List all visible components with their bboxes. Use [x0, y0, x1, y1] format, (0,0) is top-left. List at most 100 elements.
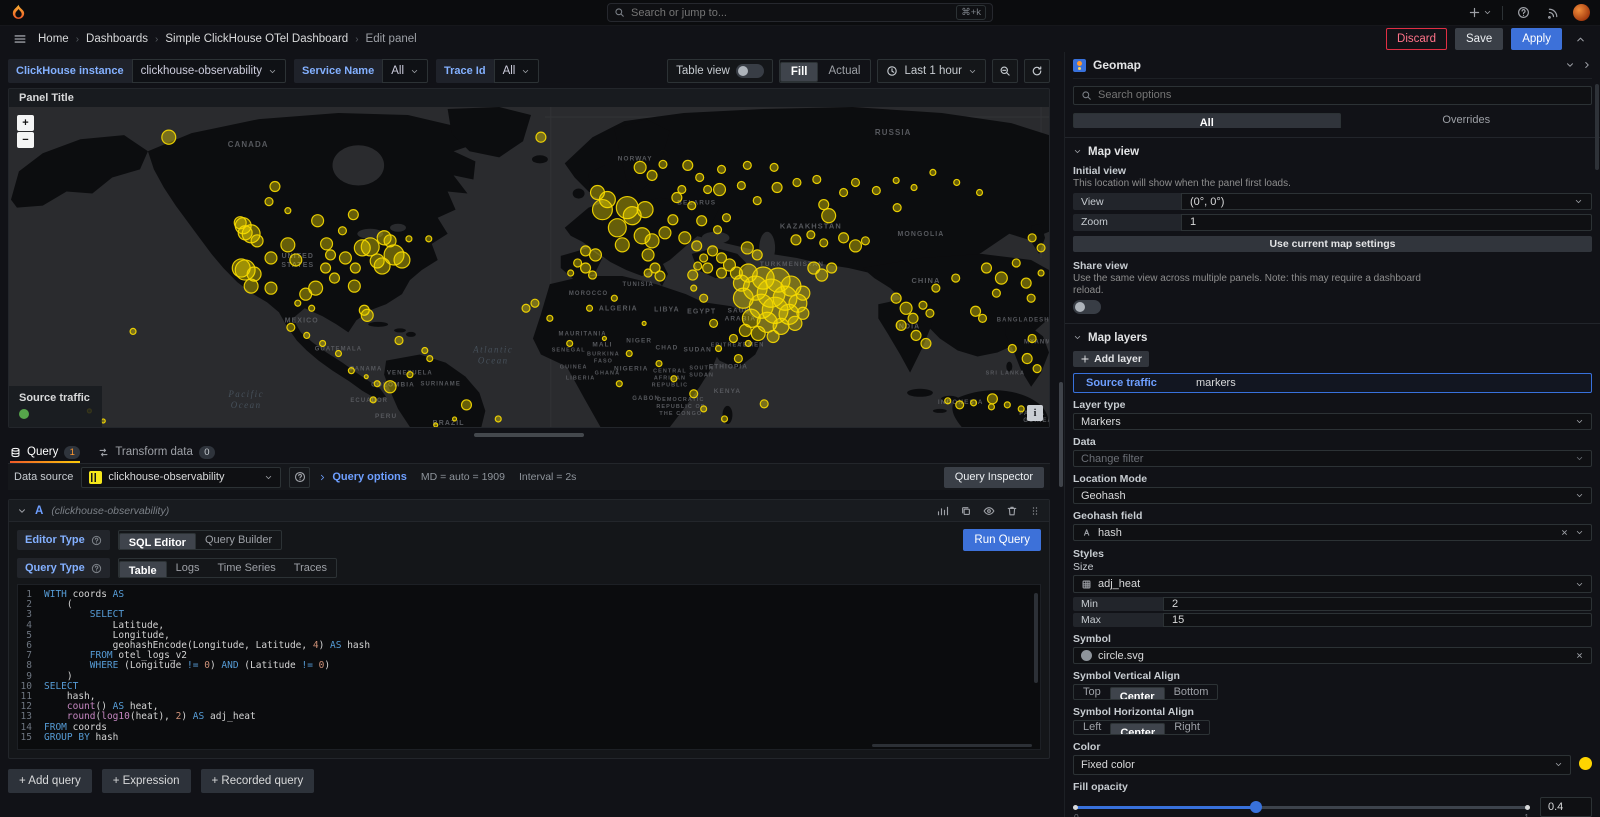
share-view-toggle[interactable]	[1073, 300, 1101, 314]
zoom-out-time-button[interactable]	[992, 59, 1018, 83]
actual-option[interactable]: Actual	[818, 60, 870, 82]
collapse-header-button[interactable]	[1570, 29, 1590, 49]
disable-query-icon[interactable]	[983, 505, 995, 517]
section-map-view[interactable]: Map view	[1073, 145, 1592, 158]
size-field-select[interactable]: adj_heat	[1073, 575, 1592, 592]
drag-handle-icon[interactable]	[1029, 505, 1041, 517]
align-center-option[interactable]: Center	[1110, 687, 1165, 699]
map-zoom-out-button[interactable]: −	[17, 132, 34, 148]
symbol-select[interactable]: circle.svg	[1073, 647, 1592, 664]
query-ref-id[interactable]: A	[35, 505, 43, 517]
panel-type-chevron-icon[interactable]	[1565, 60, 1575, 70]
geohash-field-select[interactable]: hash	[1073, 524, 1592, 541]
map-zoom-in-button[interactable]: +	[17, 115, 34, 131]
search-icon	[614, 7, 625, 18]
align-center-option[interactable]: Center	[1110, 723, 1165, 735]
sql-vertical-scrollbar[interactable]	[1034, 593, 1038, 683]
run-query-button[interactable]: Run Query	[963, 529, 1041, 551]
map-attribution-button[interactable]: i	[1027, 405, 1043, 421]
sql-editor-option[interactable]: SQL Editor	[119, 533, 196, 550]
save-button[interactable]: Save	[1455, 28, 1503, 50]
variable-value-dropdown[interactable]: All	[494, 59, 540, 83]
add-layer-button[interactable]: Add layer	[1073, 351, 1149, 368]
fill-option[interactable]: Fill	[780, 62, 819, 82]
options-search-input[interactable]	[1098, 89, 1584, 101]
variable-value-dropdown[interactable]: clickhouse-observability	[132, 59, 286, 83]
toggle-off[interactable]	[736, 64, 764, 78]
breadcrumb-dashboards[interactable]: Dashboards	[86, 33, 148, 45]
fill-opacity-value[interactable]	[1540, 797, 1592, 817]
tab-all[interactable]: All	[1073, 113, 1341, 129]
query-builder-option[interactable]: Query Builder	[196, 531, 281, 549]
align-right-option[interactable]: Right	[1165, 721, 1209, 734]
query-inspector-button[interactable]: Query Inspector	[944, 467, 1044, 488]
fill-opacity-label: Fill opacity	[1073, 781, 1592, 793]
align-top-option[interactable]: Top	[1074, 685, 1110, 698]
expression-button[interactable]: + Expression	[102, 769, 191, 793]
color-swatch[interactable]	[1579, 757, 1592, 770]
section-map-layers[interactable]: Map layers	[1073, 331, 1592, 344]
query-options-toggle[interactable]: Query options	[318, 471, 407, 483]
collapse-pane-icon[interactable]	[1582, 60, 1592, 70]
breadcrumb-dashboard-name[interactable]: Simple ClickHouse OTel Dashboard	[165, 33, 348, 45]
chevron-down-icon	[1575, 491, 1584, 500]
panel-resize-handle[interactable]	[474, 433, 584, 437]
splitter-scroll-thumb[interactable]	[1059, 382, 1063, 487]
discard-button[interactable]: Discard	[1386, 28, 1447, 50]
table-view-toggle[interactable]: Table view	[667, 59, 773, 83]
traces-option[interactable]: Traces	[285, 559, 336, 577]
tab-overrides[interactable]: Overrides	[1341, 111, 1593, 129]
pane-splitter[interactable]	[1058, 52, 1064, 817]
use-current-map-settings-button[interactable]: Use current map settings	[1073, 236, 1592, 253]
collapse-query-icon[interactable]	[17, 506, 27, 516]
tab-transform-data[interactable]: Transform data 0	[98, 441, 215, 463]
user-avatar[interactable]	[1573, 4, 1590, 21]
slider-handle[interactable]	[1250, 801, 1262, 813]
time-series-option[interactable]: Time Series	[209, 559, 285, 577]
new-menu-button[interactable]	[1468, 6, 1492, 19]
remove-query-icon[interactable]	[1006, 505, 1018, 517]
global-search[interactable]: ⌘+k	[607, 3, 993, 22]
add-query-button[interactable]: + Add query	[8, 769, 92, 793]
color-select[interactable]: Fixed color	[1073, 755, 1571, 775]
max-input[interactable]	[1172, 614, 1583, 626]
layer-type-select[interactable]: Markers	[1073, 413, 1592, 430]
view-select[interactable]: (0°, 0°)	[1181, 193, 1592, 210]
logs-option[interactable]: Logs	[167, 559, 209, 577]
location-mode-select[interactable]: Geohash	[1073, 487, 1592, 504]
clock-icon	[886, 65, 898, 77]
recorded-query-button[interactable]: + Recorded query	[201, 769, 315, 793]
fill-opacity-slider[interactable]: 0 1	[1073, 798, 1530, 816]
query-history-icon[interactable]	[937, 505, 949, 517]
min-input[interactable]	[1172, 598, 1583, 610]
news-button[interactable]	[1543, 3, 1563, 23]
global-search-input[interactable]	[631, 7, 950, 19]
tab-query[interactable]: Query 1	[10, 441, 80, 463]
duplicate-query-icon[interactable]	[960, 505, 972, 517]
layer-item-source-traffic[interactable]: Source traffic markers	[1073, 373, 1592, 393]
datasource-help-button[interactable]	[289, 467, 310, 488]
world-map[interactable]: CANADARUSSIAUNITEDSTATESMEXICOGUATEMALAP…	[9, 107, 1049, 427]
menu-toggle-button[interactable]	[10, 29, 30, 49]
options-scrollbar-thumb[interactable]	[1595, 84, 1599, 170]
svg-text:SOUTH: SOUTH	[689, 366, 714, 372]
align-left-option[interactable]: Left	[1074, 721, 1110, 734]
sql-horizontal-scrollbar[interactable]	[872, 744, 1032, 747]
zoom-input[interactable]	[1190, 216, 1583, 228]
panel-title[interactable]: Panel Title	[9, 89, 1049, 107]
data-select[interactable]: Change filter	[1073, 450, 1592, 467]
table-option[interactable]: Table	[119, 561, 167, 578]
datasource-picker[interactable]: clickhouse-observability	[81, 467, 281, 488]
clear-icon[interactable]	[1560, 528, 1569, 537]
clear-icon[interactable]	[1575, 651, 1584, 660]
help-button[interactable]	[1513, 3, 1533, 23]
options-search[interactable]	[1073, 86, 1592, 105]
breadcrumb-home[interactable]: Home	[38, 33, 69, 45]
grafana-logo[interactable]	[10, 4, 27, 21]
align-bottom-option[interactable]: Bottom	[1165, 685, 1218, 698]
refresh-button[interactable]	[1024, 59, 1050, 83]
apply-button[interactable]: Apply	[1511, 28, 1562, 50]
sql-editor[interactable]: 1WITH coords AS2 (3 SELECT4 Latitude,5 L…	[17, 584, 1041, 750]
variable-value-dropdown[interactable]: All	[382, 59, 428, 83]
time-range-picker[interactable]: Last 1 hour	[877, 59, 986, 83]
